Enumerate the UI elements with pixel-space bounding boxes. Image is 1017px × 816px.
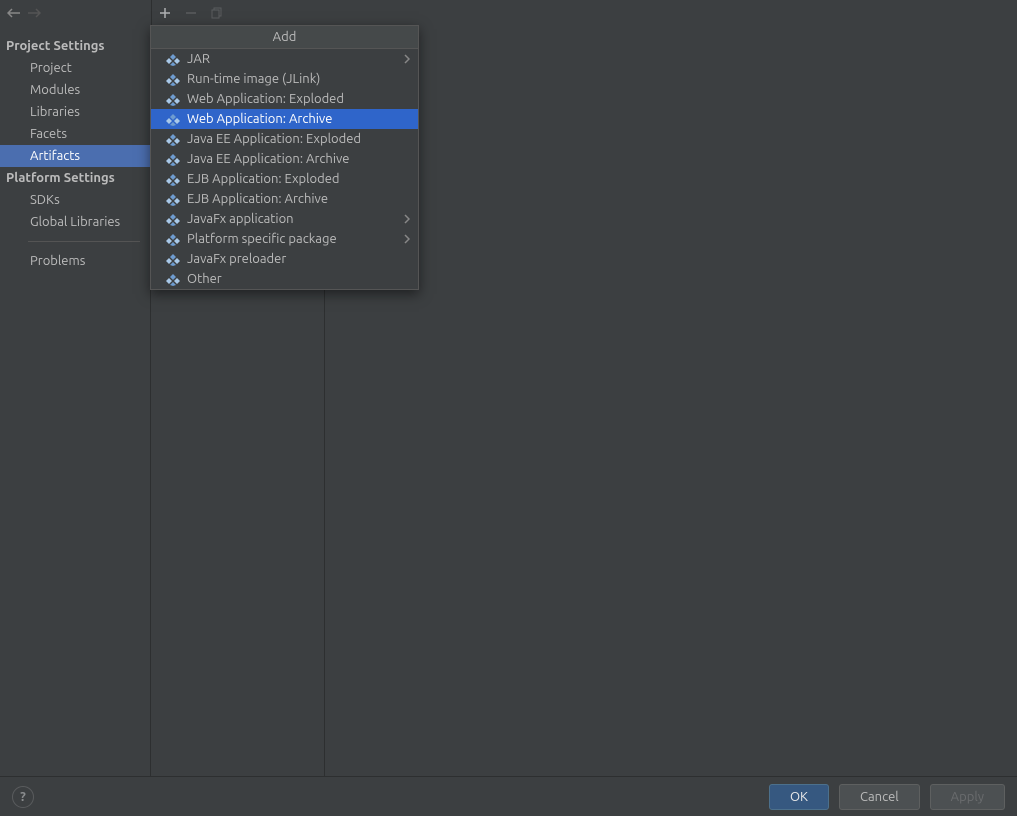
popup-item-label: Web Application: Archive <box>187 112 410 126</box>
popup-item-javafx-application[interactable]: JavaFx application <box>151 209 418 229</box>
copy-button[interactable] <box>204 1 230 25</box>
chevron-right-icon <box>404 234 410 244</box>
apply-button[interactable]: Apply <box>930 784 1005 810</box>
popup-item-platform-specific-package[interactable]: Platform specific package <box>151 229 418 249</box>
popup-item-other[interactable]: Other <box>151 269 418 289</box>
add-artifact-popup: Add JAR Run-time image (JLink) Web Applica… <box>150 25 419 290</box>
popup-item-label: Java EE Application: Exploded <box>187 132 410 146</box>
ok-button[interactable]: OK <box>769 784 829 810</box>
popup-item-label: JAR <box>187 52 404 66</box>
sidebar-item-global-libraries[interactable]: Global Libraries <box>0 211 150 233</box>
popup-item-java-ee-application-exploded[interactable]: Java EE Application: Exploded <box>151 129 418 149</box>
sidebar-item-sdks[interactable]: SDKs <box>0 189 150 211</box>
remove-button[interactable] <box>178 1 204 25</box>
add-button[interactable] <box>152 1 178 25</box>
sidebar-item-project[interactable]: Project <box>0 57 150 79</box>
sidebar-item-artifacts[interactable]: Artifacts <box>0 145 150 167</box>
artifact-detail-pane <box>325 25 1017 776</box>
web-exploded-icon <box>165 91 181 107</box>
popup-item-label: EJB Application: Archive <box>187 192 410 206</box>
ejb-archive-icon <box>165 191 181 207</box>
forward-button[interactable] <box>24 3 44 23</box>
jar-icon <box>165 51 181 67</box>
javafx-icon <box>165 211 181 227</box>
back-button[interactable] <box>4 3 24 23</box>
help-button[interactable]: ? <box>12 786 34 808</box>
popup-item-web-application-exploded[interactable]: Web Application: Exploded <box>151 89 418 109</box>
popup-item-label: Web Application: Exploded <box>187 92 410 106</box>
popup-item-label: JavaFx preloader <box>187 252 410 266</box>
popup-item-ejb-application-archive[interactable]: EJB Application: Archive <box>151 189 418 209</box>
preloader-icon <box>165 251 181 267</box>
settings-sidebar: Project Settings Project Modules Librari… <box>0 25 150 776</box>
sidebar-item-facets[interactable]: Facets <box>0 123 150 145</box>
popup-item-javafx-preloader[interactable]: JavaFx preloader <box>151 249 418 269</box>
project-settings-header: Project Settings <box>0 35 150 57</box>
popup-item-label: Java EE Application: Archive <box>187 152 410 166</box>
sidebar-separator <box>28 241 140 242</box>
chevron-right-icon <box>404 54 410 64</box>
platform-settings-header: Platform Settings <box>0 167 150 189</box>
other-icon <box>165 271 181 287</box>
chevron-right-icon <box>404 214 410 224</box>
popup-item-label: Run-time image (JLink) <box>187 72 410 86</box>
cancel-button[interactable]: Cancel <box>839 784 920 810</box>
popup-item-label: Other <box>187 272 410 286</box>
package-icon <box>165 231 181 247</box>
popup-item-java-ee-application-archive[interactable]: Java EE Application: Archive <box>151 149 418 169</box>
jlink-icon <box>165 71 181 87</box>
sidebar-item-problems[interactable]: Problems <box>0 250 150 272</box>
ee-exploded-icon <box>165 131 181 147</box>
popup-item-label: Platform specific package <box>187 232 404 246</box>
popup-item-label: JavaFx application <box>187 212 404 226</box>
ejb-exploded-icon <box>165 171 181 187</box>
web-archive-icon <box>165 111 181 127</box>
popup-item-ejb-application-exploded[interactable]: EJB Application: Exploded <box>151 169 418 189</box>
sidebar-item-libraries[interactable]: Libraries <box>0 101 150 123</box>
sidebar-item-modules[interactable]: Modules <box>0 79 150 101</box>
ee-archive-icon <box>165 151 181 167</box>
popup-item-web-application-archive[interactable]: Web Application: Archive <box>151 109 418 129</box>
popup-item-label: EJB Application: Exploded <box>187 172 410 186</box>
popup-title: Add <box>151 26 418 49</box>
popup-item-jar[interactable]: JAR <box>151 49 418 69</box>
popup-item-run-time-image-jlink[interactable]: Run-time image (JLink) <box>151 69 418 89</box>
